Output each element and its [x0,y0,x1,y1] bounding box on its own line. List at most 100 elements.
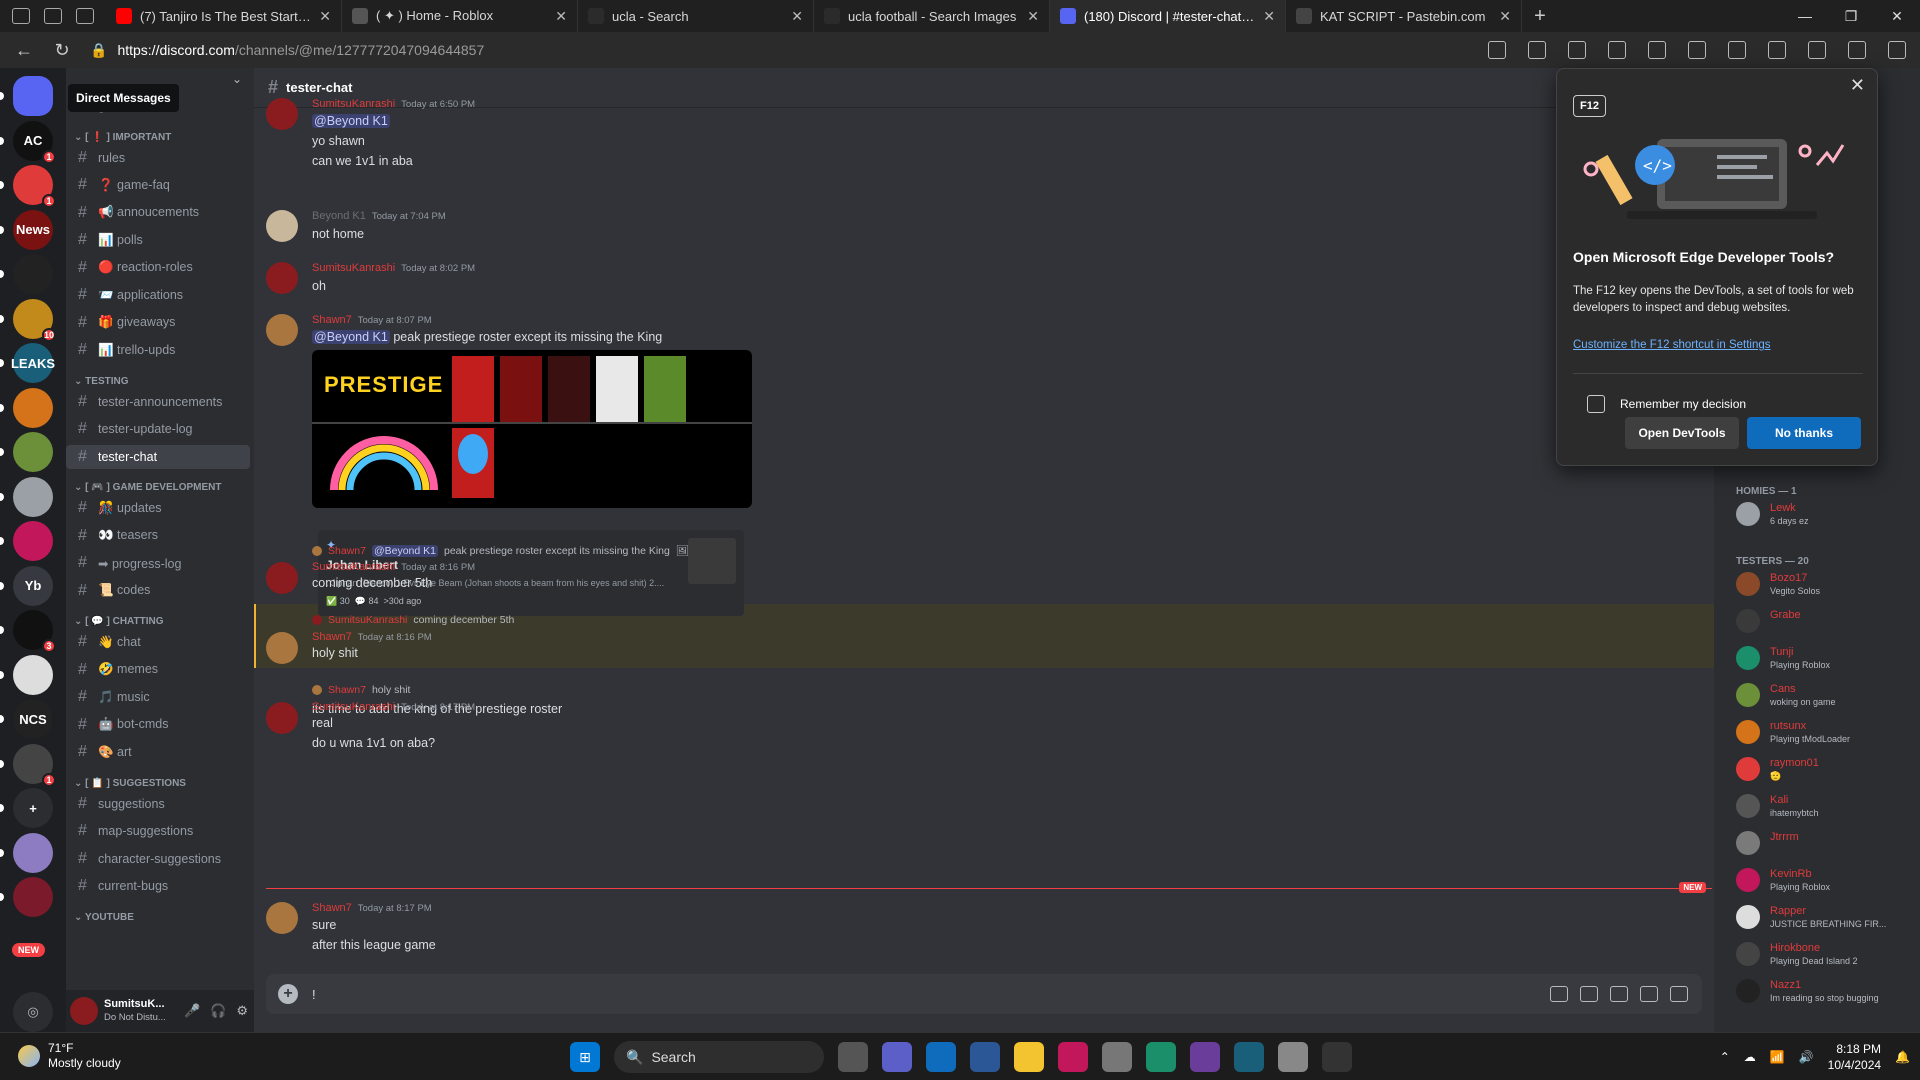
avatar[interactable] [266,632,298,664]
channel-item[interactable]: # 📨 applications [66,283,250,307]
avatar[interactable] [266,262,298,294]
chevron-down-icon[interactable]: ⌄ [232,72,242,86]
opera-icon[interactable] [1058,1042,1088,1072]
plus-icon[interactable]: + [278,984,298,1004]
sticker-icon[interactable] [1610,986,1628,1002]
taskbar-search[interactable]: 🔍 Search [614,1041,824,1073]
close-icon[interactable]: ✕ [1850,75,1865,96]
server-icon[interactable] [13,832,53,873]
channel-category[interactable]: ⌄ [ ❗ ] IMPORTANT [74,132,171,143]
member-item[interactable]: Cans woking on game [1736,683,1916,713]
reply-reference[interactable]: Shawn7 @Beyond K1 peak prestiege roster ex… [312,544,689,557]
channel-category[interactable]: ⌄ [ 🎮 ] GAME DEVELOPMENT [74,482,222,493]
member-item[interactable]: Nazz1 Im reading so stop bugging [1736,979,1916,1009]
task-view-icon[interactable] [838,1042,868,1072]
member-item[interactable]: Tunji Playing Roblox [1736,646,1916,676]
start-icon[interactable]: ⊞ [570,1042,600,1072]
member-item[interactable]: Grabe [1736,609,1916,639]
favorites-icon[interactable] [1768,41,1786,59]
server-icon[interactable]: LEAKS [11,343,55,383]
server-icon[interactable]: AC 1 [13,120,56,164]
emoji-icon[interactable] [1640,986,1658,1002]
workspaces-icon[interactable] [44,8,62,24]
notification-bell-icon[interactable]: 🔔 [1895,1050,1910,1064]
server-icon[interactable]: 1 [13,743,56,787]
wifi-icon[interactable]: 📶 [1770,1050,1785,1064]
avatar[interactable] [70,997,98,1025]
channel-item[interactable]: # 🎊 updates [66,496,250,520]
message-composer[interactable]: + ! [266,974,1702,1014]
minimize-icon[interactable]: — [1782,8,1828,25]
onedrive-icon[interactable]: ☁ [1744,1050,1756,1064]
channel-item[interactable]: # suggestions [66,792,250,816]
channel-item[interactable]: # 📢 annoucements [66,201,250,225]
channel-item[interactable]: # character-suggestions [66,847,250,871]
store-icon[interactable] [970,1042,1000,1072]
close-tab-icon[interactable]: ✕ [319,8,331,25]
server-icon[interactable]: + [13,788,53,828]
favorite-star-icon[interactable] [1568,41,1586,59]
new-tab-button[interactable]: + [1522,5,1558,28]
channel-category[interactable]: ⌄ TESTING [74,376,129,387]
server-icon[interactable] [13,654,53,695]
channel-item[interactable]: # 📜 codes [66,579,250,603]
close-window-icon[interactable]: ✕ [1874,8,1920,25]
server-icon[interactable]: Yb [13,565,53,606]
profile-icon[interactable] [12,8,30,24]
remember-decision-checkbox[interactable] [1587,395,1605,413]
server-icon[interactable]: NCS [13,699,53,739]
roblox-icon[interactable] [1102,1042,1132,1072]
server-icon[interactable] [13,476,53,517]
member-item[interactable]: KevinRb Playing Roblox [1736,868,1916,898]
server-icon[interactable]: 3 [13,610,56,653]
server-icon[interactable] [13,521,53,561]
settings-app-icon[interactable] [1322,1042,1352,1072]
no-thanks-button[interactable]: No thanks [1747,417,1861,449]
channel-category[interactable]: ⌄ [ 💬 ] CHATTING [74,616,164,627]
browser-tab[interactable]: (180) Discord | #tester-chat | AB/ ✕ [1050,0,1286,32]
close-tab-icon[interactable]: ✕ [555,8,567,25]
author-name[interactable]: SumitsuKanrashi [312,701,395,713]
close-tab-icon[interactable]: ✕ [1027,8,1039,25]
extension-icon[interactable] [1648,41,1666,59]
author-name[interactable]: Shawn7 [312,631,352,643]
browser-tab[interactable]: ( ✦ ) Home - Roblox ✕ [342,0,578,32]
avatar[interactable] [266,702,298,734]
channel-item[interactable]: # 🤖 bot-cmds [66,713,250,737]
address-bar[interactable]: 🔒 https://discord.com/channels/@me/12777… [90,42,484,59]
chevron-up-icon[interactable]: ⌃ [1720,1050,1730,1064]
refresh-icon[interactable]: ↻ [52,40,72,61]
author-name[interactable]: Shawn7 [312,314,352,326]
user-mention[interactable]: @Beyond K1 [312,114,390,128]
extension-icon[interactable] [1608,41,1626,59]
member-item[interactable]: Hirokbone Playing Dead Island 2 [1736,942,1916,972]
server-icon[interactable]: 10 [13,298,56,342]
author-name[interactable]: SumitsuKanrashi [312,98,395,110]
discover-servers-icon[interactable]: ◎ [13,992,53,1032]
browser-tab[interactable]: ucla football - Search Images ✕ [814,0,1050,32]
author-name[interactable]: Shawn7 [312,902,352,914]
channel-item[interactable]: # 🤣 memes [66,658,250,682]
composer-input[interactable]: ! [312,987,316,1002]
channel-item[interactable]: # ❓ game-faq [66,173,250,197]
edge-icon[interactable] [1146,1042,1176,1072]
reply-reference[interactable]: SumitsuKanrashi coming december 5th [312,614,514,626]
member-item[interactable]: Jtrrrm [1736,831,1916,861]
member-item[interactable]: rutsunx Playing tModLoader [1736,720,1916,750]
performance-icon[interactable] [1808,41,1826,59]
reply-reference[interactable]: Shawn7 holy shit [312,684,410,696]
avatar[interactable] [266,98,298,130]
channel-item[interactable]: # ➡ progress-log [66,551,250,575]
channel-item[interactable]: # 🎁 giveaways [66,311,250,335]
open-devtools-button[interactable]: Open DevTools [1625,417,1739,449]
channel-item[interactable]: # 👋 chat [66,630,250,654]
close-tab-icon[interactable]: ✕ [1263,8,1275,25]
roblox-studio-icon[interactable] [1278,1042,1308,1072]
app-icon[interactable] [1190,1042,1220,1072]
gif-icon[interactable] [1580,986,1598,1002]
clock[interactable]: 8:18 PM 10/4/2024 [1828,1041,1881,1073]
channel-item[interactable]: # 🎨 art [66,740,250,764]
mute-mic-icon[interactable]: 🎤 [184,1003,200,1019]
avatar[interactable] [266,562,298,594]
channel-item[interactable]: # 🎵 music [66,685,250,709]
